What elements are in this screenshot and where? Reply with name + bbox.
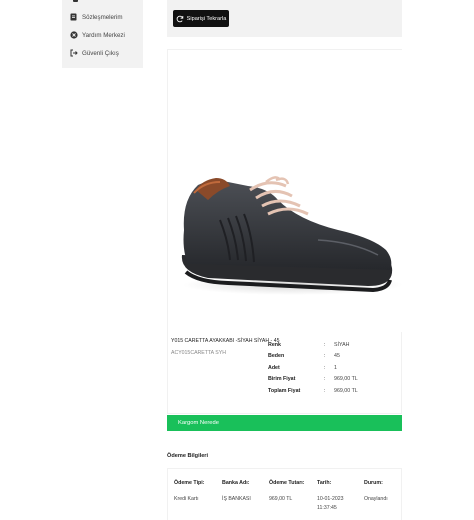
sidebar-item-label: Sözleşmelerim: [82, 13, 123, 21]
sidebar-item-contracts[interactable]: Sözleşmelerim: [69, 10, 123, 24]
payment-section-title: Ödeme Bilgileri: [167, 453, 209, 459]
account-sidebar: Sözleşmelerim Yardım Merkezi Güvenli Çık…: [62, 0, 143, 68]
sidebar-item-label: Güvenli Çıkış: [82, 49, 119, 57]
detail-value: SİYAH: [334, 341, 350, 348]
detail-separator: :: [324, 376, 326, 383]
detail-key: Adet: [268, 364, 280, 371]
sidebar-item-logout[interactable]: Güvenli Çıkış: [69, 46, 119, 60]
detail-value: 969,00 TL: [334, 376, 358, 383]
payment-status-value: Onaylandı: [364, 496, 388, 502]
payment-header: Ödeme Tutarı:: [269, 480, 305, 486]
payment-bank-value: İŞ BANKASI: [222, 496, 251, 502]
detail-key: Toplam Fiyat: [268, 387, 301, 394]
track-cargo-label: Kargom Nerede: [178, 420, 219, 426]
detail-row-total-price: Toplam Fiyat : 969,00 TL: [268, 385, 398, 397]
payment-header: Durum:: [364, 480, 383, 486]
detail-row-size: Beden : 45: [268, 351, 398, 363]
product-info: Y015 CARETTA AYAKKABI -SİYAH SİYAH - 45 …: [171, 338, 280, 357]
help-icon: [69, 31, 78, 40]
payment-date-value: 10-01-2023: [317, 496, 344, 502]
payment-type-value: Kredi Kartı: [174, 496, 199, 502]
document-icon: [69, 13, 78, 22]
detail-row-unit-price: Birim Fiyat : 969,00 TL: [268, 374, 398, 386]
order-header: Siparişi Tekrarla: [167, 0, 402, 37]
detail-row-quantity: Adet : 1: [268, 362, 398, 374]
detail-row-color: Renk : SİYAH: [268, 339, 398, 351]
detail-key: Birim Fiyat: [268, 376, 296, 383]
detail-separator: :: [324, 364, 326, 371]
refresh-icon: [176, 10, 184, 28]
detail-separator: :: [324, 387, 326, 394]
detail-separator: :: [324, 353, 326, 360]
detail-value: 1: [334, 364, 337, 371]
product-card: Y015 CARETTA AYAKKABI -SİYAH SİYAH - 45 …: [167, 49, 403, 414]
sidebar-item-label: Yardım Merkezi: [82, 31, 125, 39]
reorder-label: Siparişi Tekrarla: [186, 15, 227, 22]
sidebar-item-partial: [73, 0, 78, 2]
shoe-image: [181, 176, 403, 295]
product-details: Renk : SİYAH Beden : 45 Adet : 1 Birim F…: [268, 339, 398, 397]
detail-separator: :: [324, 341, 326, 348]
payment-header: Tarih:: [317, 480, 332, 486]
product-image[interactable]: [168, 50, 403, 332]
detail-key: Renk: [268, 341, 281, 348]
detail-value: 45: [334, 353, 340, 360]
product-sku: ACY015CARETTA SYH: [171, 350, 226, 356]
payment-header: Banka Adı:: [222, 480, 250, 486]
track-cargo-button[interactable]: Kargom Nerede: [167, 415, 402, 431]
reorder-button[interactable]: Siparişi Tekrarla: [173, 10, 229, 27]
product-name[interactable]: Y015 CARETTA AYAKKABI -SİYAH SİYAH - 45: [171, 338, 280, 345]
detail-value: 969,00 TL: [334, 387, 358, 394]
payment-amount-value: 969,00 TL: [269, 496, 293, 502]
detail-key: Beden: [268, 353, 285, 360]
payment-header: Ödeme Tipi:: [174, 480, 205, 486]
sidebar-item-help-center[interactable]: Yardım Merkezi: [69, 28, 125, 42]
logout-icon: [69, 49, 78, 58]
payment-time-value: 11:37:45: [317, 505, 337, 511]
payment-table: Ödeme Tipi: Kredi Kartı Banka Adı: İŞ BA…: [167, 468, 402, 520]
